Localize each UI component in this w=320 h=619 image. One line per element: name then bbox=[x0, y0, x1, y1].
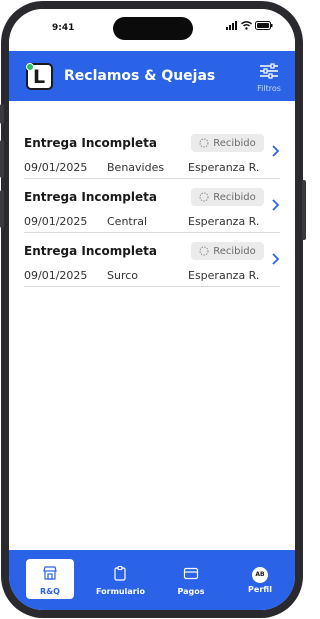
claim-date: 09/01/2025 bbox=[24, 269, 88, 282]
app-logo: L bbox=[26, 63, 53, 90]
status-bar: 9:41 bbox=[9, 9, 295, 51]
claim-row[interactable]: Entrega Incompleta Recibido 09/01/2025 S… bbox=[24, 233, 280, 287]
status-text: Recibido bbox=[213, 191, 256, 203]
nav-label: Pagos bbox=[177, 587, 205, 596]
app-header: L Reclamos & Quejas Filtros bbox=[9, 51, 295, 101]
status-text: Recibido bbox=[213, 137, 256, 149]
status-badge: Recibido bbox=[191, 242, 264, 260]
avatar: AB bbox=[252, 567, 268, 583]
claim-date: 09/01/2025 bbox=[24, 215, 88, 228]
status-badge: Recibido bbox=[191, 188, 264, 206]
pending-circle-icon bbox=[199, 138, 209, 148]
nav-label: Formulario bbox=[96, 587, 145, 596]
claim-customer: Esperanza R. bbox=[188, 215, 260, 228]
store-icon bbox=[43, 566, 57, 580]
logo-dot-icon bbox=[26, 63, 34, 71]
nav-item-rq[interactable]: R&Q bbox=[26, 559, 74, 599]
silent-switch bbox=[0, 104, 4, 124]
volume-up-button bbox=[0, 140, 4, 178]
volume-down-button bbox=[0, 190, 4, 228]
nav-item-formulario[interactable]: Formulario bbox=[96, 559, 145, 599]
claim-branch: Benavides bbox=[107, 161, 165, 174]
screen: 9:41 L Reclamos & Quejas Filtros Entrega… bbox=[9, 9, 295, 610]
status-time: 9:41 bbox=[52, 23, 75, 33]
signal-icon bbox=[226, 21, 237, 30]
power-button bbox=[302, 180, 306, 240]
claim-customer: Esperanza R. bbox=[188, 269, 260, 282]
nav-item-pagos[interactable]: Pagos bbox=[167, 559, 215, 599]
claim-branch: Surco bbox=[107, 269, 139, 282]
claim-row[interactable]: Entrega Incompleta Recibido 09/01/2025 C… bbox=[24, 179, 280, 233]
chevron-right-icon bbox=[272, 253, 279, 265]
sliders-icon bbox=[260, 63, 278, 79]
dynamic-island bbox=[113, 17, 193, 40]
claim-row[interactable]: Entrega Incompleta Recibido 09/01/2025 B… bbox=[24, 125, 280, 179]
logo-letter: L bbox=[33, 66, 46, 88]
chevron-right-icon bbox=[272, 199, 279, 211]
filter-label: Filtros bbox=[257, 84, 281, 93]
status-text: Recibido bbox=[213, 245, 256, 257]
clipboard-icon bbox=[114, 565, 126, 581]
nav-label: Perfil bbox=[248, 585, 272, 594]
claims-list: Entrega Incompleta Recibido 09/01/2025 B… bbox=[24, 125, 280, 287]
nav-item-perfil[interactable]: AB Perfil bbox=[236, 559, 284, 599]
nav-label: R&Q bbox=[40, 587, 60, 596]
filter-button[interactable]: Filtros bbox=[253, 63, 285, 95]
status-badge: Recibido bbox=[191, 134, 264, 152]
chevron-right-icon bbox=[272, 145, 279, 157]
claim-title: Entrega Incompleta bbox=[24, 190, 157, 204]
pending-circle-icon bbox=[199, 192, 209, 202]
claim-branch: Central bbox=[107, 215, 148, 228]
claim-customer: Esperanza R. bbox=[188, 161, 260, 174]
status-icons bbox=[226, 21, 273, 30]
pending-circle-icon bbox=[199, 246, 209, 256]
claim-title: Entrega Incompleta bbox=[24, 244, 157, 258]
bottom-nav: R&Q Formulario Pagos AB Perfil bbox=[9, 550, 295, 610]
wallet-icon bbox=[183, 567, 199, 580]
wifi-icon bbox=[241, 21, 252, 30]
claim-title: Entrega Incompleta bbox=[24, 136, 157, 150]
page-title: Reclamos & Quejas bbox=[64, 68, 216, 84]
claim-date: 09/01/2025 bbox=[24, 161, 88, 174]
battery-icon bbox=[255, 21, 273, 30]
